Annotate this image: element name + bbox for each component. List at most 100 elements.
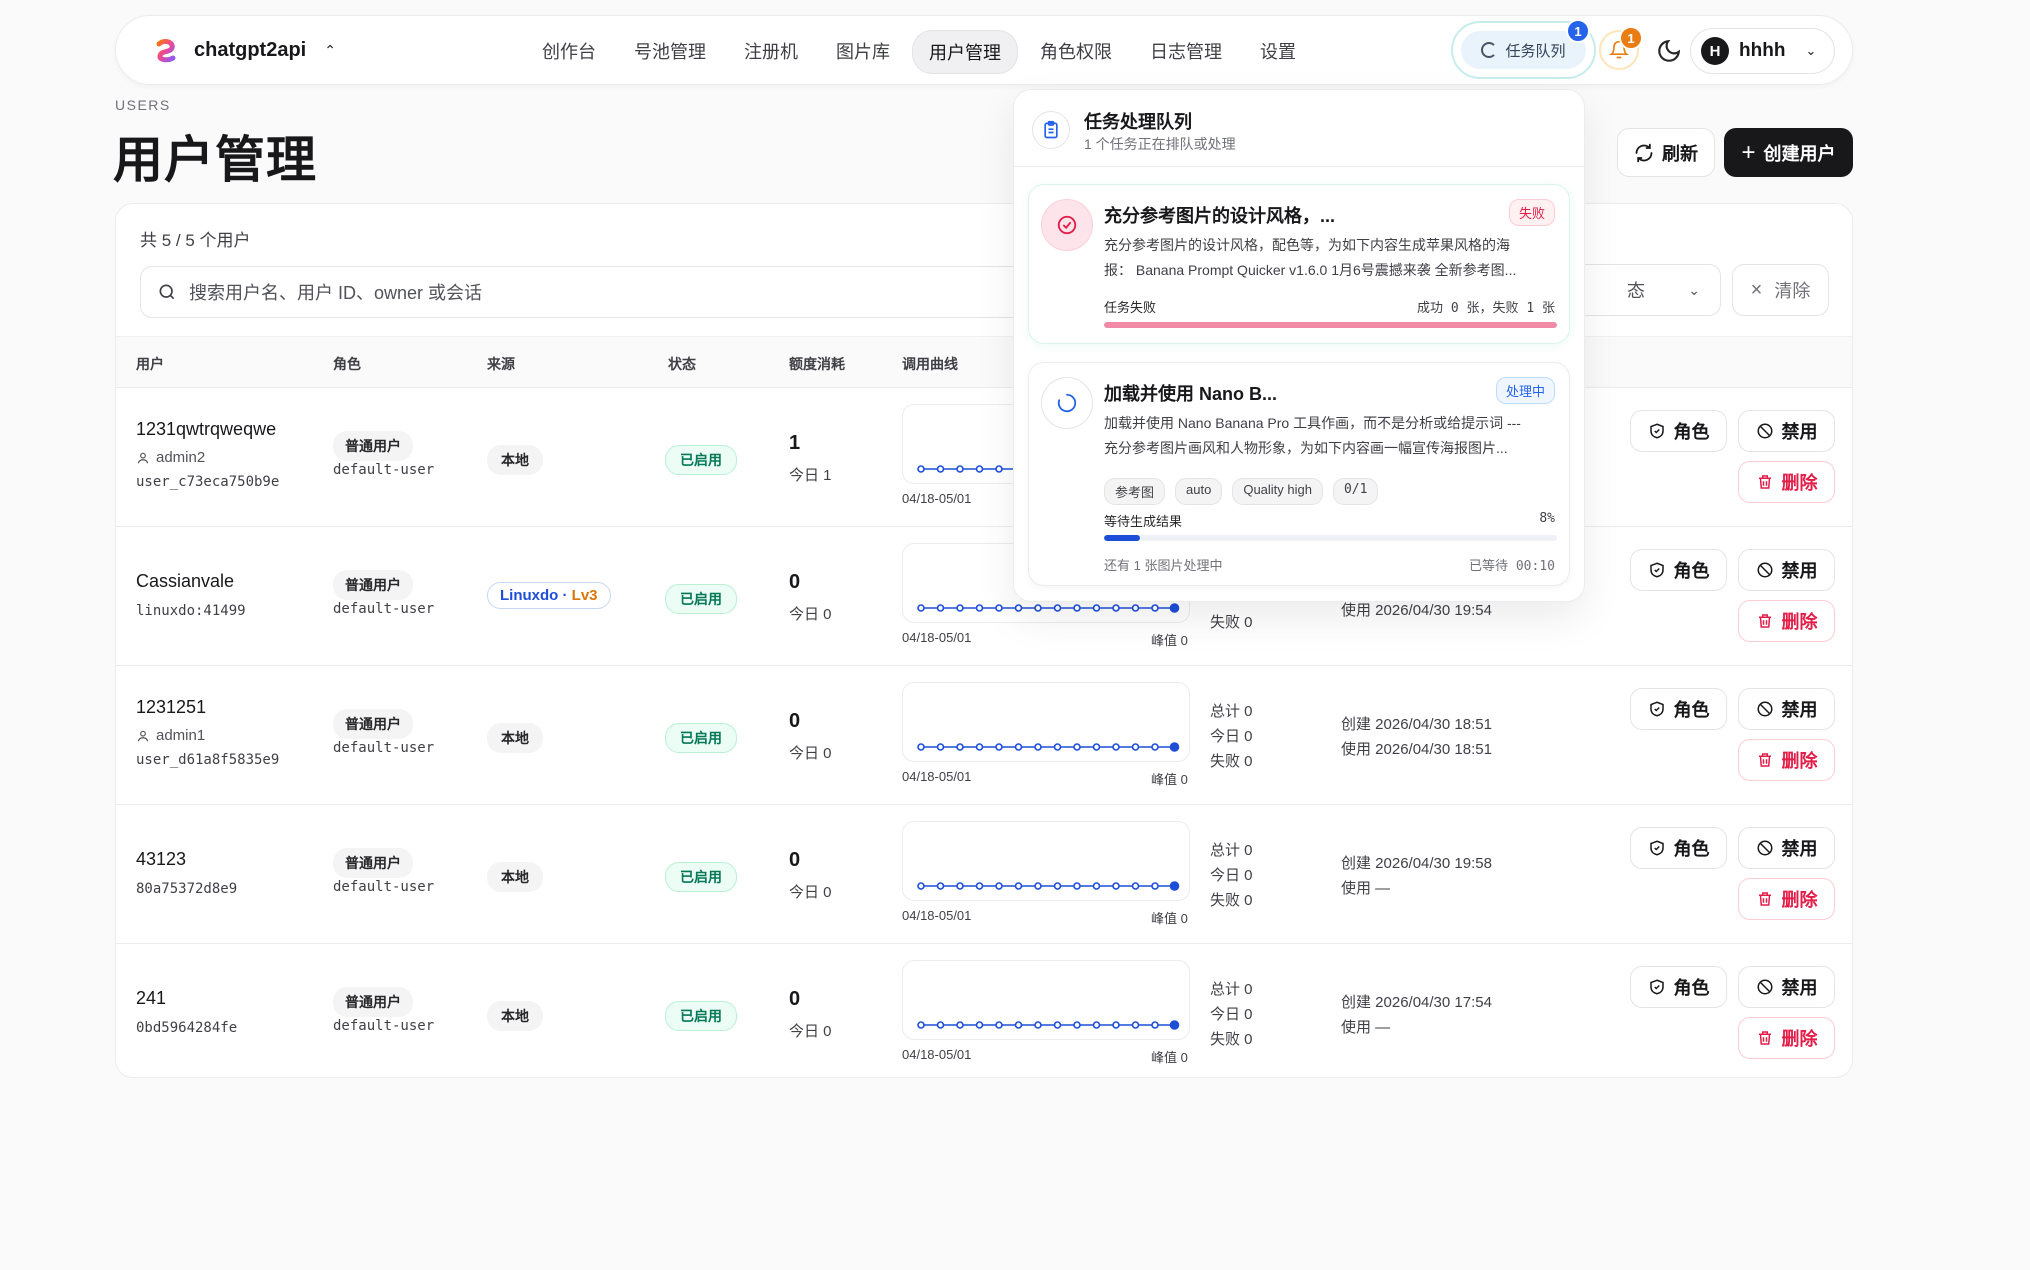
ban-button-label: 禁用 xyxy=(1781,700,1818,720)
spark-point xyxy=(1073,1021,1081,1029)
progress-percent: 8% xyxy=(1539,511,1555,526)
role-badge: 普通用户 xyxy=(333,987,413,1017)
delete-button-label: 删除 xyxy=(1781,890,1818,910)
source-level: Lv3 xyxy=(571,587,598,604)
change-role-button[interactable]: 角色 xyxy=(1630,688,1727,730)
tag-reference: 参考图 xyxy=(1104,478,1166,505)
ban-button-label: 禁用 xyxy=(1781,422,1818,442)
delete-user-button[interactable]: 删除 xyxy=(1738,878,1835,920)
spark-point xyxy=(1034,743,1042,751)
stat-today: 今日 0 xyxy=(1210,1006,1253,1023)
owner-name: admin1 xyxy=(156,727,206,744)
quota-used: 0 xyxy=(789,849,801,871)
create-user-button[interactable]: + 创建用户 xyxy=(1724,128,1853,177)
brand-switcher[interactable]: chatgpt2api ⌃ xyxy=(150,34,336,66)
spark-point xyxy=(1131,604,1140,612)
disable-user-button[interactable]: 禁用 xyxy=(1738,549,1835,591)
spark-point xyxy=(995,1021,1003,1029)
quota-used: 0 xyxy=(789,571,801,593)
role-key: default-user xyxy=(333,601,435,617)
nav-item-studio[interactable]: 创作台 xyxy=(526,30,612,74)
quota-used: 0 xyxy=(789,710,801,732)
disable-user-button[interactable]: 禁用 xyxy=(1738,827,1835,869)
nav-item-roles[interactable]: 角色权限 xyxy=(1024,30,1128,74)
ban-icon xyxy=(1757,423,1772,439)
delete-user-button[interactable]: 删除 xyxy=(1738,739,1835,781)
chart-peak: 峰值 0 xyxy=(1151,772,1188,787)
quota-used: 1 xyxy=(789,432,801,454)
spark-point xyxy=(1053,743,1062,751)
spark-point xyxy=(1073,743,1081,751)
stat-fail: 失败 0 xyxy=(1210,1031,1253,1048)
spark-point xyxy=(1073,604,1081,612)
user-menu-button[interactable]: H hhhh ⌄ xyxy=(1690,28,1835,74)
used-time: 使用 — xyxy=(1341,880,1391,897)
refresh-button[interactable]: 刷新 xyxy=(1617,128,1715,177)
stat-fail: 失败 0 xyxy=(1210,614,1253,631)
role-button-label: 角色 xyxy=(1673,561,1710,581)
chart-peak: 峰值 0 xyxy=(1151,1050,1188,1065)
disable-user-button[interactable]: 禁用 xyxy=(1738,688,1835,730)
refresh-icon xyxy=(1635,143,1653,162)
task-desc-line: 充分参考图片的设计风格，配色等，为如下内容生成苹果风格的海 xyxy=(1104,237,1510,253)
col-chart: 调用曲线 xyxy=(902,356,958,372)
ban-icon xyxy=(1757,562,1772,578)
trash-icon xyxy=(1758,1031,1771,1045)
nav-item-users[interactable]: 用户管理 xyxy=(912,30,1018,74)
delete-user-button[interactable]: 删除 xyxy=(1738,461,1835,503)
spark-point xyxy=(1151,604,1159,612)
spark-point xyxy=(1034,882,1042,890)
spark-point xyxy=(1092,604,1101,612)
spark-point xyxy=(1092,882,1101,890)
spark-point xyxy=(1131,743,1140,751)
change-role-button[interactable]: 角色 xyxy=(1630,827,1727,869)
task-tags: 参考图 auto Quality high 0/1 xyxy=(1104,478,1379,505)
shield-icon xyxy=(1649,562,1664,578)
spark-point xyxy=(1014,882,1023,890)
spark-point xyxy=(1169,742,1180,752)
change-role-button[interactable]: 角色 xyxy=(1630,966,1727,1008)
change-role-button[interactable]: 角色 xyxy=(1630,410,1727,452)
nav-item-register[interactable]: 注册机 xyxy=(728,30,814,74)
quota-today: 今日 0 xyxy=(789,606,832,623)
source-badge: 本地 xyxy=(487,1001,543,1031)
nav-item-gallery[interactable]: 图片库 xyxy=(820,30,906,74)
tag-count: 0/1 xyxy=(1332,478,1379,505)
disable-user-button[interactable]: 禁用 xyxy=(1738,410,1835,452)
created-time: 创建 2026/04/30 17:54 xyxy=(1341,994,1492,1011)
spark-point xyxy=(956,882,964,890)
nav-item-pool[interactable]: 号池管理 xyxy=(618,30,722,74)
trash-icon xyxy=(1758,892,1771,906)
role-key: default-user xyxy=(333,740,435,756)
role-badge: 普通用户 xyxy=(333,570,413,600)
sparkline-svg xyxy=(917,881,1180,891)
user-owner: admin1 xyxy=(136,727,205,744)
change-role-button[interactable]: 角色 xyxy=(1630,549,1727,591)
role-button-label: 角色 xyxy=(1673,839,1710,859)
delete-user-button[interactable]: 删除 xyxy=(1738,600,1835,642)
spark-point xyxy=(936,882,945,890)
spark-point xyxy=(975,743,984,751)
wait-time: 已等待 00:10 xyxy=(1469,559,1555,574)
status-badge: 处理中 xyxy=(1495,377,1555,404)
search-placeholder: 搜索用户名、用户 ID、owner 或会话 xyxy=(189,283,483,303)
used-time: 使用 2026/04/30 19:54 xyxy=(1341,602,1492,619)
quota-used: 0 xyxy=(789,988,801,1010)
disable-user-button[interactable]: 禁用 xyxy=(1738,966,1835,1008)
spark-point xyxy=(1169,603,1180,613)
sparkline-svg xyxy=(917,742,1180,752)
brand-logo-icon xyxy=(151,35,181,65)
task-card-processing[interactable]: 加载并使用 Nano B... 处理中 加载并使用 Nano Banana Pr… xyxy=(1028,362,1570,586)
status-badge: 已启用 xyxy=(665,862,737,892)
task-card-failed[interactable]: 充分参考图片的设计风格，... 失败 充分参考图片的设计风格，配色等，为如下内容… xyxy=(1028,184,1570,344)
user-name: 1231qwtrqweqwe xyxy=(136,419,277,439)
clear-filter-button[interactable]: × 清除 xyxy=(1732,264,1829,316)
popover-header: 任务处理队列 1 个任务正在排队或处理 xyxy=(1014,90,1584,167)
nav-item-settings[interactable]: 设置 xyxy=(1244,30,1312,74)
delete-user-button[interactable]: 删除 xyxy=(1738,1017,1835,1059)
user-icon xyxy=(137,730,149,741)
spark-point xyxy=(1151,882,1159,890)
moon-icon[interactable] xyxy=(1656,38,1682,64)
col-role: 角色 xyxy=(333,356,361,372)
nav-item-logs[interactable]: 日志管理 xyxy=(1134,30,1238,74)
